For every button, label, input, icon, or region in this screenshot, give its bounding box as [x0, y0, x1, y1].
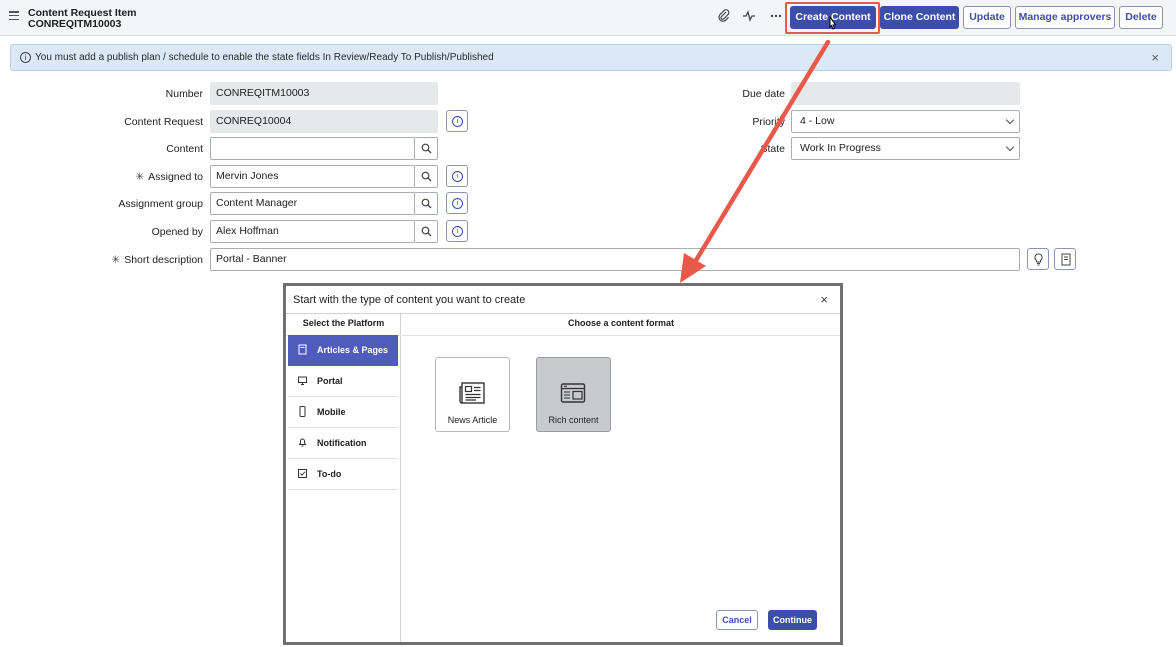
state-value: Work In Progress — [800, 142, 881, 154]
info-icon: i — [452, 171, 463, 182]
due-date-label: Due date — [742, 88, 785, 100]
search-icon — [421, 171, 432, 182]
assigned-to-info-button[interactable]: i — [446, 165, 468, 187]
format-card-label: News Article — [447, 415, 498, 425]
format-card-rich-content[interactable]: Rich content — [536, 357, 611, 432]
platform-item-notification[interactable]: Notification — [288, 428, 398, 459]
content-request-field: CONREQ10004 — [210, 110, 438, 133]
document-icon — [298, 344, 307, 355]
suggestion-button[interactable] — [1027, 248, 1049, 270]
book-icon — [1061, 253, 1071, 266]
mouse-cursor-icon — [826, 15, 838, 35]
platform-item-label: Mobile — [317, 407, 346, 417]
assignment-group-info-button[interactable]: i — [446, 192, 468, 214]
opened-by-lookup-button[interactable] — [415, 220, 438, 243]
monitor-icon — [298, 376, 307, 385]
number-label: Number — [165, 88, 203, 100]
format-card-news-article[interactable]: News Article — [435, 357, 510, 432]
short-description-field[interactable]: Portal - Banner — [210, 248, 1020, 271]
format-header: Choose a content format — [402, 314, 840, 336]
checkbox-icon — [298, 469, 307, 478]
chevron-down-icon — [1005, 115, 1015, 125]
bell-icon — [298, 438, 307, 447]
create-content-modal: Start with the type of content you want … — [283, 283, 843, 645]
lightbulb-icon — [1034, 253, 1043, 266]
update-button[interactable]: Update — [963, 6, 1011, 29]
platform-item-portal[interactable]: Portal — [288, 366, 398, 397]
assigned-to-lookup-button[interactable] — [415, 165, 438, 188]
newspaper-icon — [459, 382, 485, 404]
info-icon: i — [452, 226, 463, 237]
continue-button[interactable]: Continue — [768, 610, 817, 630]
assignment-group-label: Assignment group — [118, 198, 203, 210]
search-icon — [421, 143, 432, 154]
assigned-to-label: ✳ Assigned to — [135, 171, 203, 183]
assignment-group-field[interactable]: Content Manager — [210, 192, 415, 215]
platform-item-label: Articles & Pages — [317, 345, 389, 355]
platform-item-label: To-do — [317, 469, 342, 479]
menu-icon[interactable] — [9, 11, 19, 21]
activity-icon[interactable] — [741, 9, 757, 25]
mobile-icon — [299, 406, 306, 417]
page: Content Request Item CONREQITM10003 Crea… — [0, 0, 1176, 647]
opened-by-field[interactable]: Alex Hoffman — [210, 220, 415, 243]
manage-approvers-button[interactable]: Manage approvers — [1015, 6, 1115, 29]
platform-item-label: Notification — [317, 438, 367, 448]
chevron-down-icon — [1005, 142, 1015, 152]
close-icon[interactable]: × — [820, 292, 828, 307]
content-request-label: Content Request — [124, 116, 203, 128]
content-field[interactable] — [210, 137, 415, 160]
assignment-group-lookup-button[interactable] — [415, 192, 438, 215]
opened-by-label: Opened by — [151, 226, 203, 238]
paperclip-icon[interactable] — [716, 9, 732, 25]
platform-item-label: Portal — [317, 376, 343, 386]
template-button[interactable] — [1054, 248, 1076, 270]
state-select[interactable]: Work In Progress — [791, 137, 1020, 160]
platform-item-to-do[interactable]: To-do — [288, 459, 398, 490]
cancel-button[interactable]: Cancel — [716, 610, 758, 630]
content-lookup-button[interactable] — [415, 137, 438, 160]
number-field: CONREQITM10003 — [210, 82, 438, 105]
content-label: Content — [166, 143, 203, 155]
info-banner: i You must add a publish plan / schedule… — [10, 44, 1172, 71]
modal-title: Start with the type of content you want … — [293, 294, 526, 306]
rich-content-icon — [560, 383, 586, 403]
priority-value: 4 - Low — [800, 115, 835, 127]
priority-label: Priority — [752, 116, 785, 128]
info-icon: i — [452, 198, 463, 209]
platform-header: Select the Platform — [286, 314, 401, 336]
content-request-info-button[interactable]: i — [446, 110, 468, 132]
search-icon — [421, 198, 432, 209]
more-icon[interactable] — [768, 9, 784, 25]
state-label: State — [760, 143, 785, 155]
search-icon — [421, 226, 432, 237]
required-icon: ✳ — [111, 254, 121, 266]
format-card-label: Rich content — [548, 415, 599, 425]
record-number: CONREQITM10003 — [28, 18, 122, 30]
due-date-field — [791, 82, 1020, 105]
clone-content-button[interactable]: Clone Content — [880, 6, 959, 29]
priority-select[interactable]: 4 - Low — [791, 110, 1020, 133]
close-icon[interactable]: × — [1151, 50, 1159, 65]
banner-message: You must add a publish plan / schedule t… — [35, 52, 494, 63]
opened-by-info-button[interactable]: i — [446, 220, 468, 242]
platform-item-mobile[interactable]: Mobile — [288, 397, 398, 428]
delete-button[interactable]: Delete — [1119, 6, 1163, 29]
record-header: Content Request Item CONREQITM10003 Crea… — [0, 0, 1176, 36]
info-icon: i — [20, 52, 31, 63]
required-icon: ✳ — [135, 171, 145, 183]
assigned-to-field[interactable]: Mervin Jones — [210, 165, 415, 188]
info-icon: i — [452, 116, 463, 127]
platform-item-articles-pages[interactable]: Articles & Pages — [288, 335, 398, 366]
short-description-label: ✳ Short description — [111, 254, 203, 266]
